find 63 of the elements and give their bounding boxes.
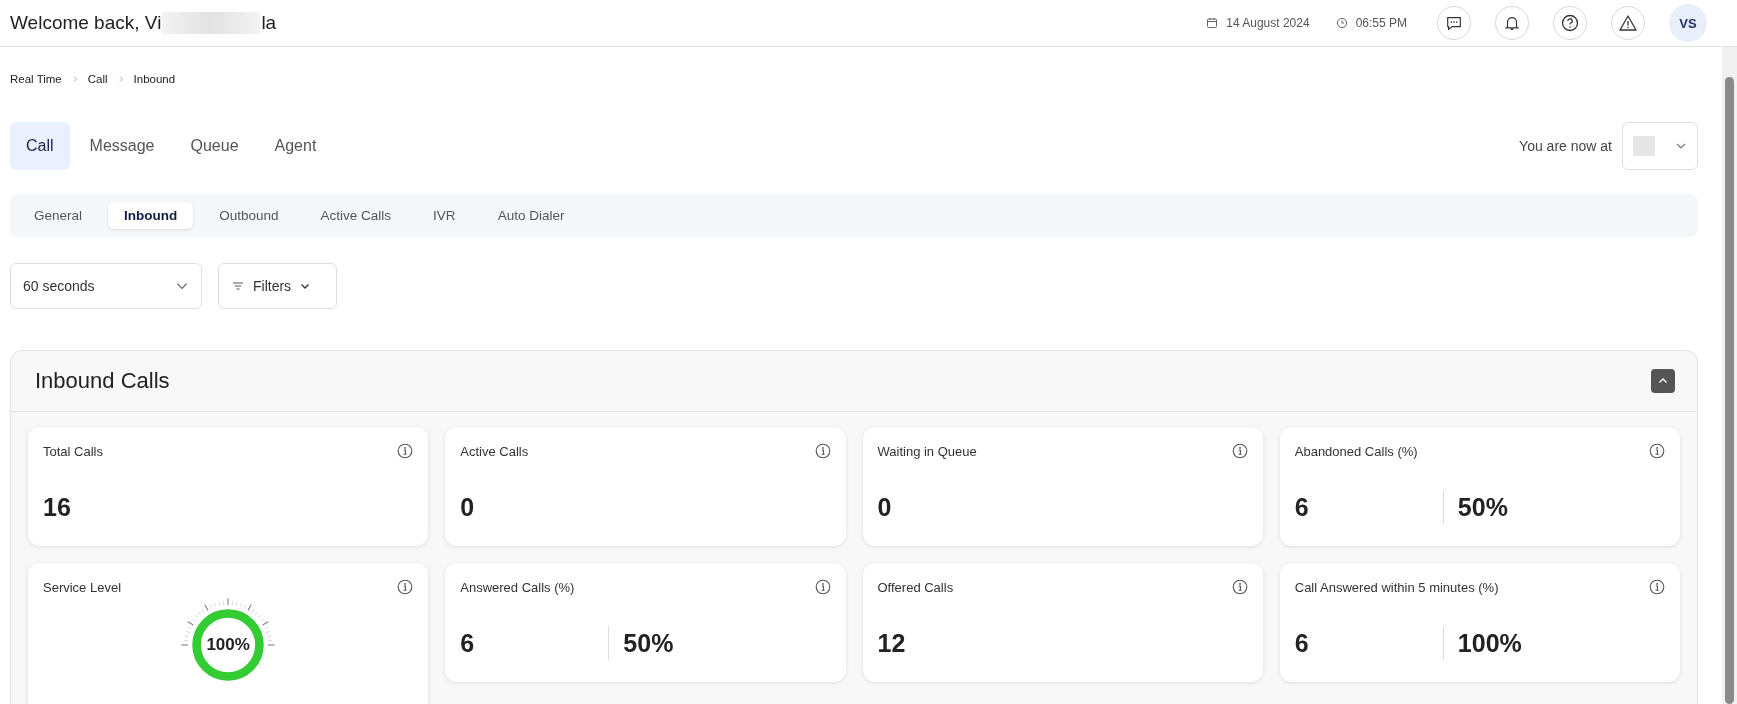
- sub-tab[interactable]: General: [18, 202, 99, 229]
- card-title: Service Level: [43, 579, 122, 595]
- interval-dropdown[interactable]: 60 seconds: [10, 263, 202, 309]
- redacted-block: [1633, 136, 1655, 156]
- stat-count: 6: [1294, 628, 1310, 658]
- card-title: Answered Calls (%): [460, 579, 575, 595]
- help-icon: [1560, 13, 1580, 33]
- sub-tab[interactable]: IVR: [417, 202, 472, 229]
- time-text: 06:55 PM: [1355, 16, 1407, 30]
- info-icon[interactable]: [397, 579, 414, 595]
- breadcrumb-link[interactable]: Inbound: [133, 73, 176, 85]
- chat-button[interactable]: [1437, 6, 1471, 40]
- greeting-text: Welcome back, Vi: [10, 12, 162, 34]
- sub-tab[interactable]: Outbound: [203, 202, 295, 229]
- alert-button[interactable]: [1611, 6, 1645, 40]
- stat-value: 0: [460, 492, 475, 522]
- info-icon[interactable]: [397, 443, 414, 459]
- location-label: You are now at: [1519, 138, 1612, 154]
- card-title: Active Calls: [460, 443, 529, 459]
- card-title: Total Calls: [43, 443, 103, 459]
- breadcrumb-link[interactable]: Call: [87, 73, 108, 85]
- help-button[interactable]: [1553, 6, 1587, 40]
- scrollbar[interactable]: [1722, 47, 1737, 704]
- notification-button[interactable]: [1495, 6, 1529, 40]
- tab[interactable]: Message: [73, 122, 171, 170]
- info-icon[interactable]: [1231, 443, 1248, 459]
- calendar-icon: [1206, 17, 1219, 29]
- sub-tab[interactable]: Auto Dialer: [481, 202, 581, 229]
- info-icon[interactable]: [1231, 579, 1248, 595]
- stat-percent: 100%: [1457, 628, 1522, 658]
- tab[interactable]: Call: [10, 122, 70, 170]
- stat-count: 6: [1294, 492, 1310, 522]
- info-icon[interactable]: [1649, 579, 1665, 595]
- filters-button[interactable]: Filters: [218, 263, 337, 309]
- filter-icon: [231, 279, 245, 293]
- card-title: Abandoned Calls (%): [1294, 443, 1418, 459]
- user-avatar[interactable]: VS: [1669, 4, 1707, 42]
- stat-percent: 50%: [623, 628, 674, 658]
- stat-value: 16: [43, 492, 71, 522]
- info-icon[interactable]: [814, 579, 831, 595]
- stat-percent: 50%: [1457, 492, 1508, 522]
- info-icon[interactable]: [1649, 443, 1665, 459]
- stat-value: 0: [877, 492, 892, 522]
- panel-title: Inbound Calls: [35, 368, 170, 394]
- clock-icon: [1335, 17, 1348, 29]
- card-title: Waiting in Queue: [877, 443, 977, 459]
- chat-icon: [1445, 14, 1463, 32]
- card-title: Offered Calls: [877, 579, 954, 595]
- sub-tab[interactable]: Inbound: [108, 202, 194, 229]
- warning-icon: [1618, 13, 1638, 33]
- tab[interactable]: Queue: [174, 122, 255, 170]
- sub-tab[interactable]: Active Calls: [304, 202, 408, 229]
- greeting-text: la: [261, 12, 277, 34]
- bell-icon: [1503, 14, 1521, 32]
- card-title: Call Answered within 5 minutes (%): [1294, 579, 1499, 595]
- stat-value: 12: [877, 628, 906, 658]
- tab[interactable]: Agent: [258, 122, 333, 170]
- info-icon[interactable]: [814, 443, 831, 459]
- gauge-reading: 100%: [205, 635, 251, 655]
- stat-count: 6: [460, 628, 476, 658]
- date-text: 14 August 2024: [1226, 16, 1310, 30]
- breadcrumb-link[interactable]: Real Time: [10, 73, 62, 85]
- collapse-button[interactable]: [1651, 369, 1675, 393]
